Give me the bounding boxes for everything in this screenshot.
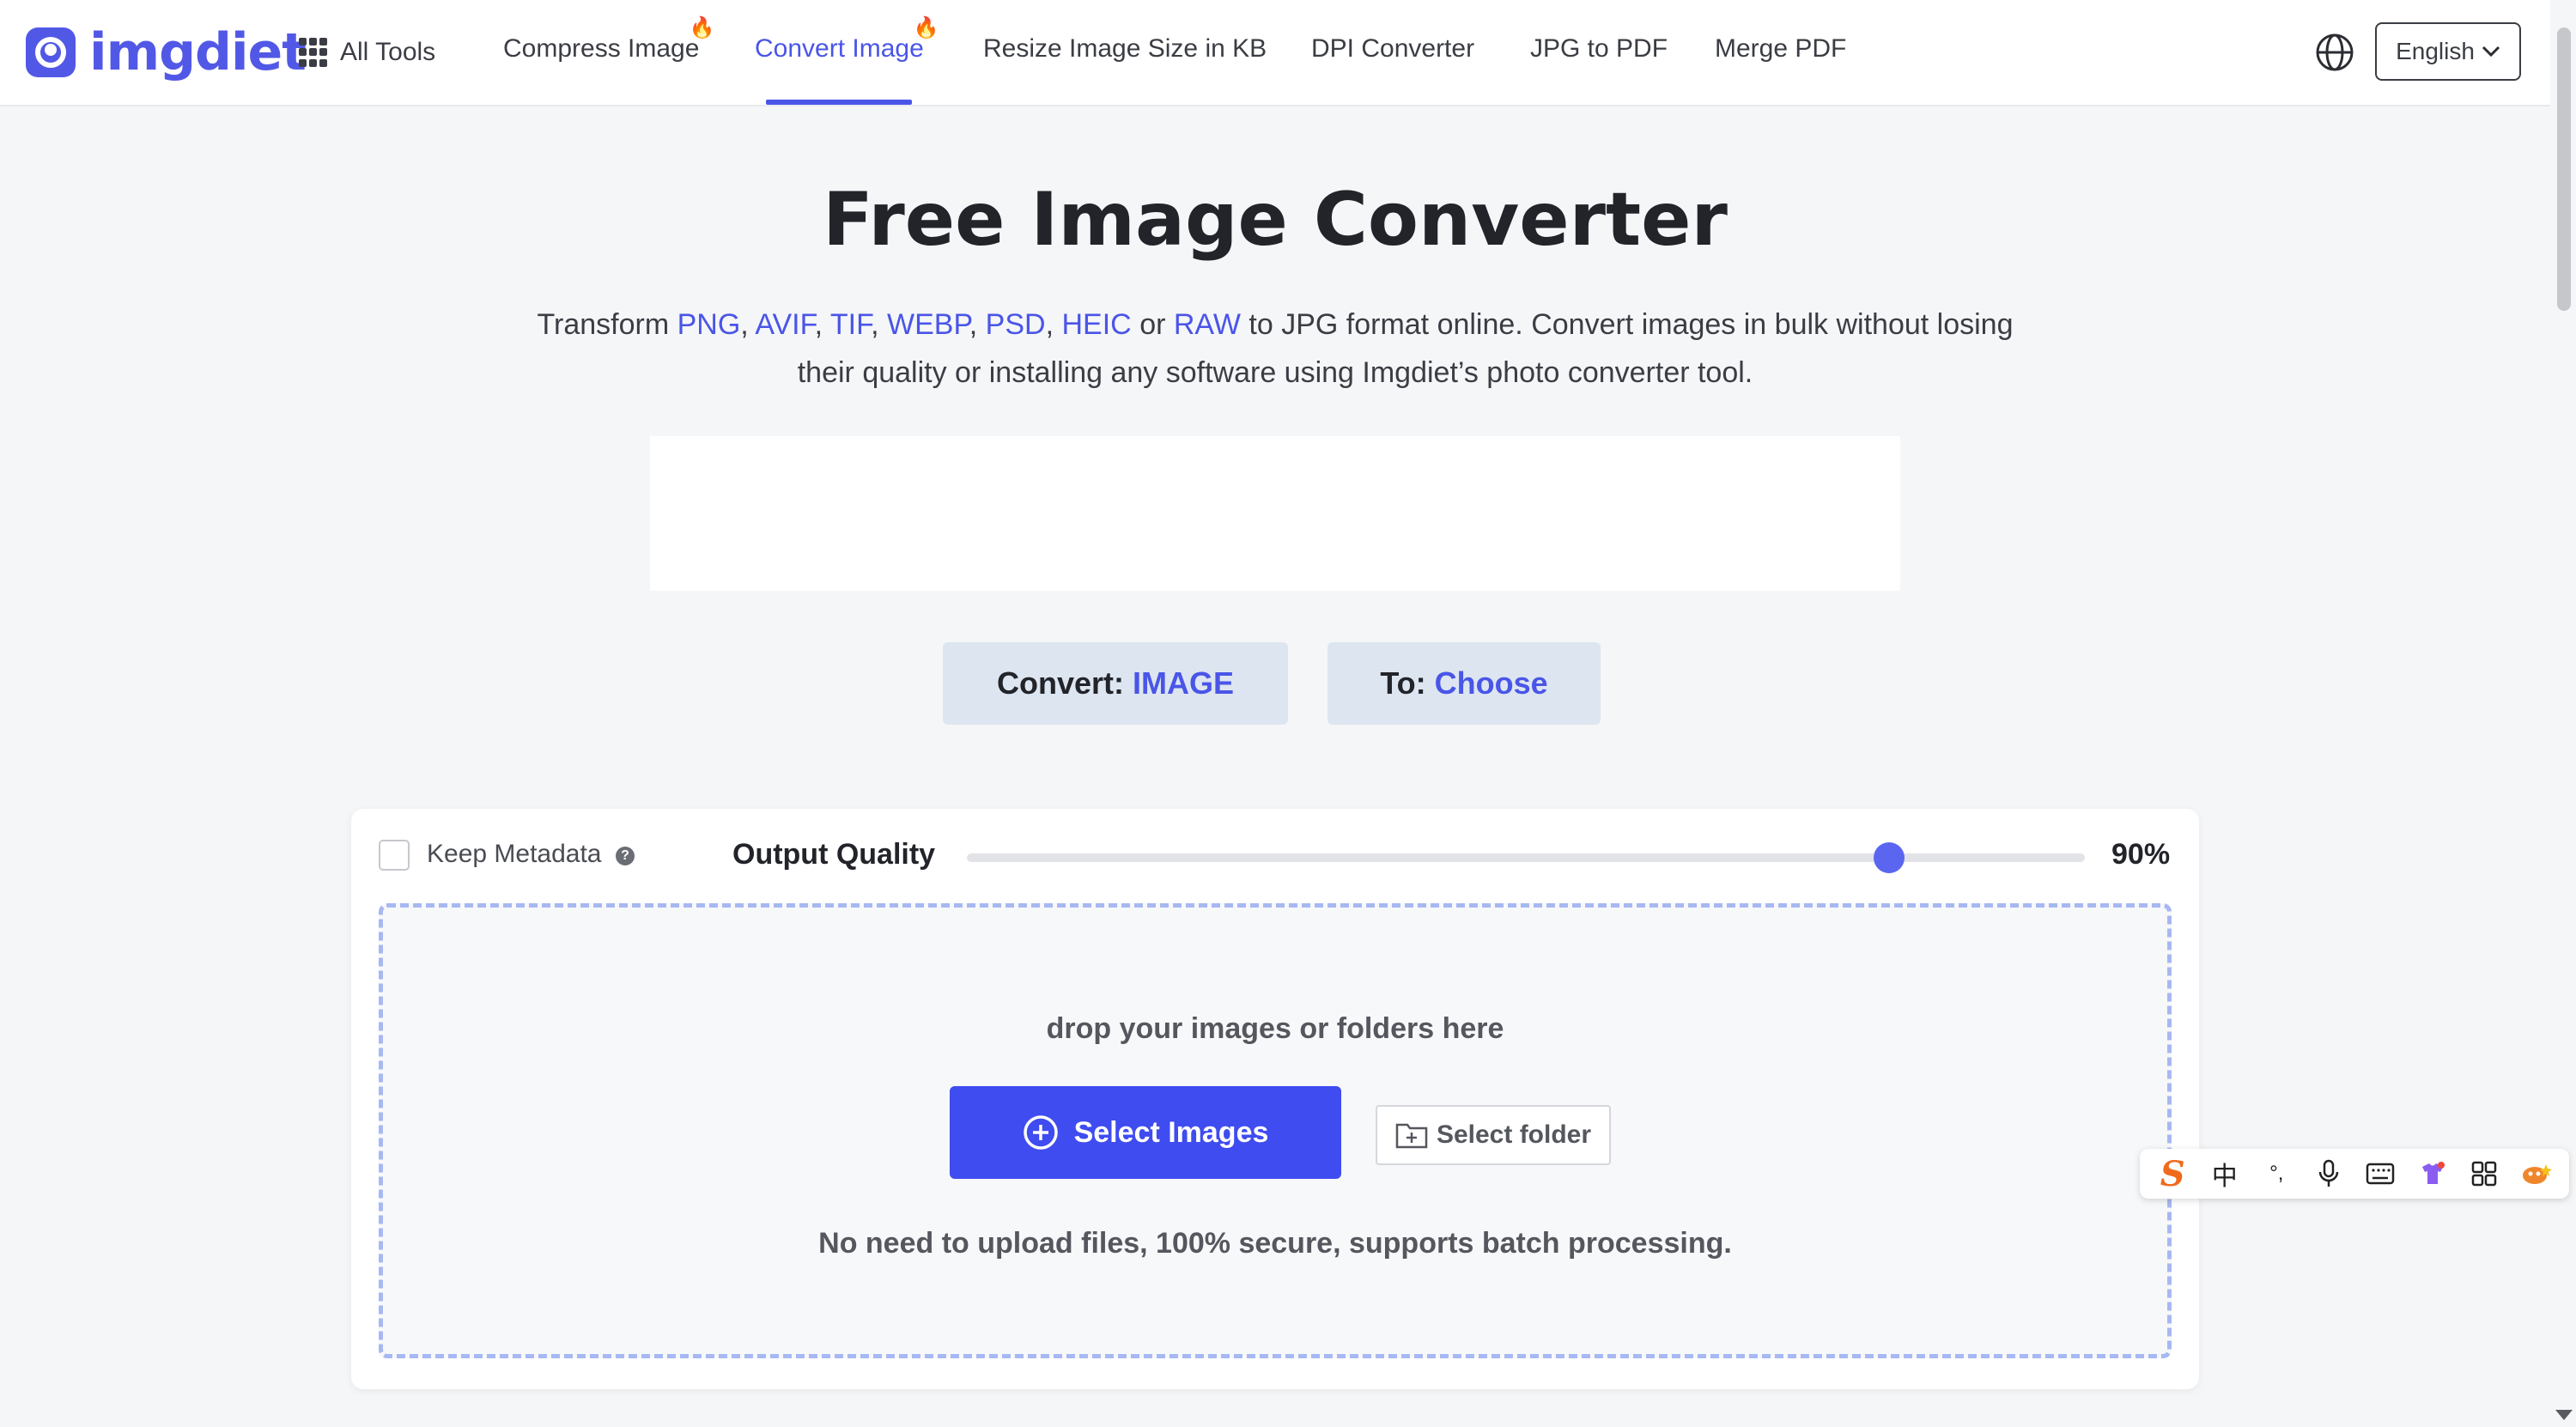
scrollbar-thumb[interactable] bbox=[2557, 27, 2571, 311]
nav-jpg-to-pdf[interactable]: JPG to PDF bbox=[1530, 34, 1668, 64]
nav-label: Merge PDF bbox=[1715, 34, 1847, 63]
convert-to-label: To: bbox=[1380, 665, 1426, 701]
apps-icon[interactable] bbox=[2465, 1155, 2503, 1193]
nav-label: JPG to PDF bbox=[1530, 34, 1668, 63]
chevron-down-icon bbox=[2482, 46, 2500, 58]
format-link-webp[interactable]: WEBP bbox=[887, 308, 969, 341]
convert-to-button[interactable]: To: Choose bbox=[1327, 642, 1601, 725]
nav-merge-pdf[interactable]: Merge PDF bbox=[1715, 34, 1846, 64]
site-logo[interactable]: imgdiet bbox=[26, 22, 307, 82]
nav-label: DPI Converter bbox=[1311, 34, 1475, 63]
output-quality-label: Output Quality bbox=[732, 838, 936, 871]
fire-icon: 🔥 bbox=[913, 16, 939, 39]
scroll-down-arrow-icon[interactable] bbox=[2555, 1410, 2573, 1420]
format-link-heic[interactable]: HEIC bbox=[1062, 308, 1132, 341]
all-tools-label: All Tools bbox=[340, 38, 436, 66]
skin-icon[interactable] bbox=[2414, 1155, 2451, 1193]
keyboard-icon[interactable] bbox=[2361, 1155, 2399, 1193]
desc-prefix: Transform bbox=[537, 308, 670, 341]
page-scrollbar[interactable] bbox=[2550, 0, 2576, 1427]
desc-or: or bbox=[1139, 308, 1166, 341]
microphone-icon[interactable] bbox=[2310, 1155, 2348, 1193]
nav-convert-image[interactable]: Convert Image 🔥 bbox=[755, 16, 939, 64]
grid-icon bbox=[299, 38, 328, 67]
format-link-psd[interactable]: PSD bbox=[986, 308, 1046, 341]
top-navigation-bar: imgdiet All Tools Compress Image 🔥 Conve… bbox=[0, 0, 2550, 106]
globe-icon[interactable] bbox=[2315, 33, 2354, 72]
active-tab-indicator bbox=[766, 100, 912, 105]
secure-info-text: No need to upload files, 100% secure, su… bbox=[818, 1227, 1732, 1260]
select-images-button[interactable]: Select Images bbox=[950, 1086, 1341, 1179]
logo-text: imgdiet bbox=[89, 22, 307, 82]
select-folder-button[interactable]: Select folder bbox=[1376, 1105, 1611, 1165]
ime-punctuation-toggle[interactable]: °, bbox=[2257, 1155, 2295, 1193]
convert-from-label: Convert: bbox=[996, 665, 1124, 701]
keep-metadata-checkbox[interactable] bbox=[379, 840, 410, 871]
select-images-label: Select Images bbox=[1073, 1115, 1269, 1149]
language-select[interactable]: English bbox=[2375, 22, 2521, 81]
convert-from-value: IMAGE bbox=[1133, 665, 1235, 701]
fire-icon: 🔥 bbox=[689, 16, 715, 39]
logo-icon bbox=[26, 27, 76, 77]
select-folder-label: Select folder bbox=[1436, 1120, 1592, 1149]
all-tools-menu[interactable]: All Tools bbox=[299, 33, 435, 72]
ad-placeholder bbox=[650, 436, 1900, 591]
slider-thumb[interactable] bbox=[1874, 842, 1905, 873]
mascot-icon[interactable] bbox=[2518, 1155, 2555, 1193]
help-icon[interactable]: ? bbox=[616, 847, 635, 865]
language-value: English bbox=[2396, 38, 2475, 64]
format-link-tif[interactable]: TIF bbox=[830, 308, 871, 341]
image-drop-zone[interactable]: drop your images or folders here Select … bbox=[379, 903, 2172, 1358]
nav-label: Compress Image bbox=[503, 34, 700, 63]
ime-language-toggle[interactable]: 中 bbox=[2206, 1155, 2244, 1193]
keep-metadata-label: Keep Metadata bbox=[427, 840, 602, 868]
ime-toolbar: S 中 °, bbox=[2140, 1149, 2569, 1199]
desc-suffix: to JPG format online. Convert images in … bbox=[797, 308, 2014, 389]
format-link-png[interactable]: PNG bbox=[677, 308, 741, 341]
convert-to-value: Choose bbox=[1434, 665, 1548, 701]
converter-card: Keep Metadata ? Output Quality 90% drop … bbox=[351, 809, 2199, 1389]
drop-hint-text: drop your images or folders here bbox=[1046, 1012, 1504, 1045]
nav-dpi-converter[interactable]: DPI Converter bbox=[1311, 34, 1474, 64]
ime-logo-icon[interactable]: S bbox=[2154, 1154, 2191, 1194]
nav-label: Resize Image Size in KB bbox=[983, 34, 1267, 63]
page-description: Transform PNG, AVIF, TIF, WEBP, PSD, HEI… bbox=[537, 308, 2014, 389]
page-title: Free Image Converter bbox=[823, 177, 1728, 263]
output-quality-value: 90% bbox=[2111, 838, 2171, 871]
nav-resize-image-kb[interactable]: Resize Image Size in KB bbox=[983, 34, 1267, 64]
nav-label: Convert Image bbox=[755, 34, 924, 63]
format-link-raw[interactable]: RAW bbox=[1174, 308, 1241, 341]
output-quality-slider[interactable] bbox=[967, 842, 2085, 873]
plus-circle-icon bbox=[1023, 1115, 1058, 1150]
nav-compress-image[interactable]: Compress Image 🔥 bbox=[503, 16, 714, 64]
convert-from-button[interactable]: Convert: IMAGE bbox=[943, 642, 1288, 725]
format-link-avif[interactable]: AVIF bbox=[755, 308, 814, 341]
folder-add-icon bbox=[1395, 1123, 1428, 1149]
